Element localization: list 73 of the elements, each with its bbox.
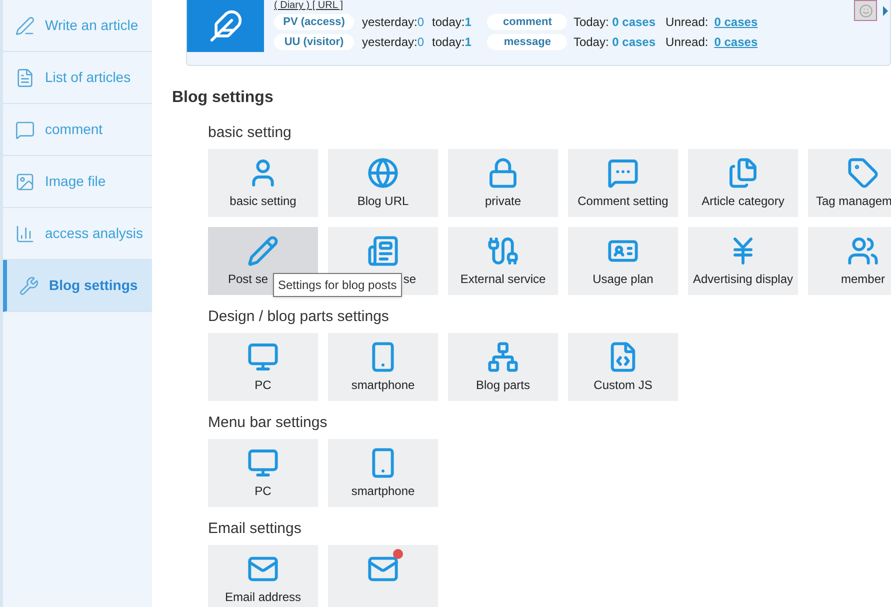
setting-tile[interactable]: private <box>448 149 558 217</box>
wrench-icon <box>19 276 39 296</box>
bar-chart-icon <box>15 224 35 244</box>
tile-label: Blog parts <box>476 377 530 394</box>
setting-tile[interactable]: member <box>808 227 891 295</box>
arrow-icon[interactable] <box>883 6 888 16</box>
tile-label: Email address <box>224 589 302 606</box>
pencil-icon <box>247 235 279 267</box>
stat-label: comment <box>487 14 568 30</box>
setting-tile[interactable]: Blog parts <box>448 333 558 401</box>
setting-tile[interactable] <box>328 545 438 607</box>
tile-label: Custom JS <box>594 377 652 394</box>
setting-tile[interactable]: Usage plan <box>568 227 678 295</box>
stat-label: UU (visitor) <box>274 34 354 50</box>
tile-label: PC <box>254 377 272 394</box>
tag-icon <box>847 157 879 189</box>
people-icon <box>847 235 879 267</box>
stat-value: today:1 <box>432 34 472 51</box>
section-heading: basic setting <box>208 124 292 142</box>
tile-label: Comment setting <box>578 193 668 210</box>
stat-value: yesterday:0 <box>362 34 424 51</box>
stat-label: PV (access) <box>274 14 354 30</box>
stat-value: yesterday:0 <box>362 14 424 31</box>
tile-label: External service <box>460 271 546 288</box>
setting-tile[interactable]: basic setting <box>208 149 318 217</box>
setting-tile[interactable]: PC <box>208 333 318 401</box>
setting-tile[interactable]: smartphone <box>328 333 438 401</box>
tile-label: Advertising display <box>692 271 794 288</box>
section-heading: Email settings <box>208 520 302 538</box>
stat-label: message <box>487 34 568 50</box>
lock-icon <box>487 157 519 189</box>
tile-label: member <box>840 271 885 288</box>
page-title: Blog settings <box>172 88 274 108</box>
tile-label: se <box>403 271 416 288</box>
setting-tile[interactable]: Tag managem <box>808 149 891 217</box>
stat-value: Today: 0 cases <box>573 14 656 31</box>
tile-label: Tag managem <box>816 193 891 210</box>
tile-label: basic setting <box>230 193 296 210</box>
blocks-icon <box>487 341 519 373</box>
setting-tile[interactable]: Advertising display <box>688 227 798 295</box>
setting-tile[interactable]: Email address <box>208 545 318 607</box>
stat-label: Unread: <box>666 34 708 51</box>
section-heading: Menu bar settings <box>208 414 328 432</box>
setting-tile[interactable]: External service <box>448 227 558 295</box>
tile-label: smartphone <box>351 377 415 394</box>
blog-links[interactable]: ( Diary ) [ URL ] <box>274 0 758 12</box>
tile-label: Article category <box>702 193 784 210</box>
tile-label: private <box>484 193 522 210</box>
monitor-icon <box>247 341 279 373</box>
document-icon <box>15 68 35 88</box>
image-icon <box>15 172 35 192</box>
tile-label: Usage plan <box>592 271 654 288</box>
stat-value: Today: 0 cases <box>573 34 656 51</box>
tooltip: Settings for blog posts <box>273 273 402 297</box>
setting-tile[interactable]: PC <box>208 439 318 507</box>
section-heading: Design / blog parts settings <box>208 308 390 326</box>
setting-tile[interactable]: Comment setting <box>568 149 678 217</box>
tile-label: PC <box>254 483 272 500</box>
stat-label: Unread: <box>666 14 708 31</box>
tile-label: smartphone <box>351 483 415 500</box>
avatar-placeholder[interactable] <box>854 0 877 21</box>
setting-tile[interactable]: Custom JS <box>568 333 678 401</box>
speech-bubble-icon <box>607 157 639 189</box>
speech-bubble-icon <box>15 120 35 140</box>
setting-tile[interactable]: Blog URL <box>328 149 438 217</box>
tile-label: Post se <box>228 271 268 288</box>
stat-value: today:1 <box>432 14 472 31</box>
globe-icon <box>367 157 399 189</box>
setting-tile[interactable]: smartphone <box>328 439 438 507</box>
monitor-icon <box>247 447 279 479</box>
setting-tile[interactable]: Article category <box>688 149 798 217</box>
pen-icon <box>15 16 35 36</box>
tile-label: Blog URL <box>357 193 409 210</box>
